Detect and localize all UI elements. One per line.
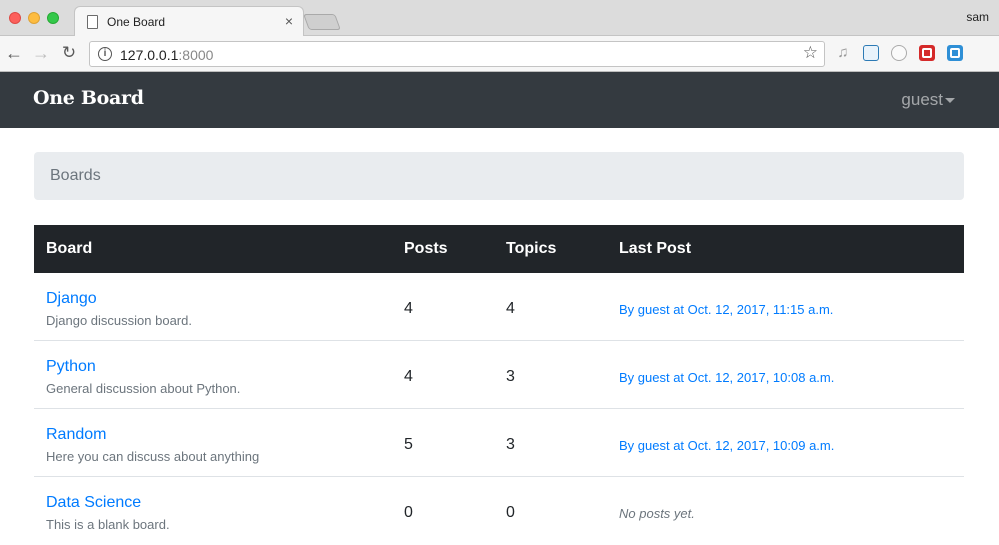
board-link[interactable]: Python [46, 358, 96, 376]
board-link[interactable]: Data Science [46, 494, 141, 512]
last-post-link[interactable]: By guest at Oct. 12, 2017, 10:09 a.m. [619, 438, 834, 453]
table-header: Board Posts Topics Last Post [34, 225, 964, 273]
topics-count: 3 [506, 436, 515, 453]
breadcrumb: Boards [34, 152, 964, 200]
user-name: guest [901, 90, 943, 109]
back-arrow-icon[interactable]: ← [3, 42, 25, 64]
board-link[interactable]: Django [46, 290, 97, 308]
table-row: Random Here you can discuss about anythi… [34, 409, 964, 477]
reload-icon[interactable]: ↻ [58, 42, 80, 64]
topics-count: 4 [506, 300, 515, 317]
table-row: Django Django discussion board. 4 4 By g… [34, 273, 964, 341]
browser-tab[interactable]: One Board × [74, 6, 304, 37]
breadcrumb-item-boards: Boards [50, 167, 101, 184]
topics-count: 0 [506, 504, 515, 521]
board-description: This is a blank board. [46, 517, 170, 532]
app-navbar: One Board guest [0, 72, 999, 128]
browser-tabstrip: One Board × sam [0, 0, 999, 37]
circle-extension-icon[interactable] [891, 45, 907, 61]
table-row: Data Science This is a blank board. 0 0 … [34, 477, 964, 545]
profile-name[interactable]: sam [966, 10, 989, 24]
url-text[interactable]: 127.0.0.1:8000 [120, 47, 213, 63]
header-board: Board [46, 240, 93, 257]
header-last-post: Last Post [619, 240, 692, 257]
reader-extension-icon[interactable] [947, 45, 963, 61]
tab-close-icon[interactable]: × [285, 13, 293, 29]
topics-count: 3 [506, 368, 515, 385]
brand-logo[interactable]: One Board [33, 87, 144, 109]
posts-count: 4 [404, 368, 413, 385]
posts-count: 0 [404, 504, 413, 521]
new-tab-button[interactable] [303, 14, 341, 30]
page-icon [87, 15, 98, 29]
boards-table: Board Posts Topics Last Post Django Djan… [34, 225, 964, 545]
board-description: General discussion about Python. [46, 381, 241, 396]
last-post-link[interactable]: By guest at Oct. 12, 2017, 11:15 a.m. [619, 302, 833, 317]
user-menu[interactable]: guest [901, 90, 943, 110]
posts-count: 4 [404, 300, 413, 317]
tab-title: One Board [107, 15, 166, 29]
screenshot-extension-icon[interactable] [863, 45, 879, 61]
info-icon[interactable]: i [98, 47, 112, 61]
posts-count: 5 [404, 436, 413, 453]
url-port: :8000 [178, 47, 214, 63]
table-row: Python General discussion about Python. … [34, 341, 964, 409]
browser-toolbar: ← → ↻ i 127.0.0.1:8000 ☆ ♫ [0, 36, 999, 72]
red-extension-icon[interactable] [919, 45, 935, 61]
close-window-button[interactable] [9, 12, 21, 24]
header-topics: Topics [506, 240, 557, 257]
board-description: Here you can discuss about anything [46, 449, 260, 464]
address-bar[interactable]: i 127.0.0.1:8000 ☆ [89, 41, 825, 67]
no-posts-text: No posts yet. [619, 506, 695, 521]
maximize-window-button[interactable] [47, 12, 59, 24]
chevron-down-icon[interactable] [945, 98, 955, 103]
header-posts: Posts [404, 240, 448, 257]
last-post-link[interactable]: By guest at Oct. 12, 2017, 10:08 a.m. [619, 370, 834, 385]
bookmark-star-icon[interactable]: ☆ [803, 43, 818, 63]
url-host: 127.0.0.1 [120, 47, 179, 63]
minimize-window-button[interactable] [28, 12, 40, 24]
board-description: Django discussion board. [46, 313, 192, 328]
music-extension-icon[interactable]: ♫ [835, 45, 851, 61]
board-link[interactable]: Random [46, 426, 106, 444]
forward-arrow-icon[interactable]: → [30, 42, 52, 64]
